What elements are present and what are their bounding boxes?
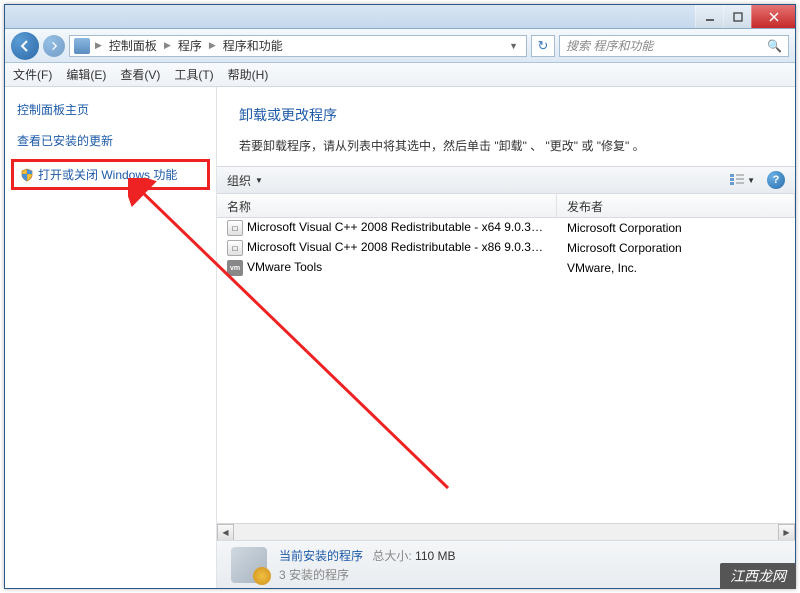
main-header: 卸载或更改程序 若要卸载程序，请从列表中将其选中，然后单击 "卸载" 、 "更改…: [217, 87, 795, 166]
breadcrumb-dropdown-icon[interactable]: ▼: [505, 41, 522, 51]
page-title: 卸载或更改程序: [239, 105, 773, 125]
column-header-publisher[interactable]: 发布者: [557, 194, 795, 217]
toolbar: 组织 ▼ ▼ ?: [217, 166, 795, 194]
sidebar-title[interactable]: 控制面板主页: [17, 101, 204, 118]
column-header-name[interactable]: 名称: [217, 194, 557, 217]
list-header: 名称 发布者: [217, 194, 795, 218]
shield-icon: [20, 168, 34, 182]
app-icon: □: [227, 240, 243, 256]
status-title: 当前安装的程序: [279, 549, 363, 563]
search-input[interactable]: 搜索 程序和功能 🔍: [559, 35, 789, 57]
titlebar-spacer[interactable]: [5, 5, 695, 28]
program-list[interactable]: □Microsoft Visual C++ 2008 Redistributab…: [217, 218, 795, 523]
menu-file[interactable]: 文件(F): [13, 66, 52, 83]
breadcrumb[interactable]: ▶ 控制面板 ▶ 程序 ▶ 程序和功能 ▼: [69, 35, 527, 57]
breadcrumb-item[interactable]: 程序和功能: [221, 37, 285, 54]
forward-button[interactable]: [43, 35, 65, 57]
chevron-right-icon[interactable]: ▶: [92, 40, 105, 51]
app-icon: vm: [227, 260, 243, 276]
menu-bar: 文件(F) 编辑(E) 查看(V) 工具(T) 帮助(H): [5, 63, 795, 87]
scroll-left-button[interactable]: ◀: [217, 524, 234, 541]
status-count: 3 安装的程序: [279, 566, 456, 583]
watermark: 江西龙网: [720, 563, 796, 589]
titlebar: [5, 5, 795, 29]
breadcrumb-item[interactable]: 程序: [176, 37, 204, 54]
list-item[interactable]: □Microsoft Visual C++ 2008 Redistributab…: [217, 218, 795, 238]
list-item[interactable]: □Microsoft Visual C++ 2008 Redistributab…: [217, 238, 795, 258]
close-button[interactable]: [751, 5, 795, 28]
horizontal-scrollbar[interactable]: ◀ ▶: [217, 523, 795, 540]
menu-help[interactable]: 帮助(H): [228, 66, 269, 83]
content-area: 控制面板主页 查看已安装的更新 打开或关闭 Windows 功能 卸载或更改程序…: [5, 87, 795, 588]
view-mode-button[interactable]: ▼: [725, 171, 759, 189]
back-button[interactable]: [11, 32, 39, 60]
maximize-button[interactable]: [723, 5, 751, 28]
chevron-down-icon: ▼: [255, 176, 263, 185]
nav-bar: ▶ 控制面板 ▶ 程序 ▶ 程序和功能 ▼ ↻ 搜索 程序和功能 🔍: [5, 29, 795, 63]
list-item[interactable]: vmVMware Tools VMware, Inc.: [217, 258, 795, 278]
minimize-button[interactable]: [695, 5, 723, 28]
status-bar: 当前安装的程序 总大小: 110 MB 3 安装的程序: [217, 540, 795, 588]
refresh-button[interactable]: ↻: [531, 35, 555, 57]
scroll-right-button[interactable]: ▶: [778, 524, 795, 541]
main-panel: 卸载或更改程序 若要卸载程序，请从列表中将其选中，然后单击 "卸载" 、 "更改…: [217, 87, 795, 588]
menu-tools[interactable]: 工具(T): [174, 66, 213, 83]
window-icon: [74, 38, 90, 54]
app-icon: □: [227, 220, 243, 236]
status-text: 当前安装的程序 总大小: 110 MB 3 安装的程序: [279, 547, 456, 583]
breadcrumb-item[interactable]: 控制面板: [107, 37, 159, 54]
sidebar-link-label: 打开或关闭 Windows 功能: [38, 166, 177, 183]
sidebar: 控制面板主页 查看已安装的更新 打开或关闭 Windows 功能: [5, 87, 217, 588]
chevron-right-icon[interactable]: ▶: [161, 40, 174, 51]
window-frame: ▶ 控制面板 ▶ 程序 ▶ 程序和功能 ▼ ↻ 搜索 程序和功能 🔍 文件(F)…: [4, 4, 796, 589]
list-view-icon: [729, 173, 745, 187]
chevron-down-icon: ▼: [747, 176, 755, 185]
page-description: 若要卸载程序，请从列表中将其选中，然后单击 "卸载" 、 "更改" 或 "修复"…: [239, 137, 773, 154]
sidebar-link-windows-features[interactable]: 打开或关闭 Windows 功能: [11, 159, 210, 190]
status-size-label: 总大小:: [372, 549, 411, 563]
chevron-right-icon[interactable]: ▶: [206, 40, 219, 51]
status-size-value: 110 MB: [415, 549, 455, 563]
sidebar-link-updates[interactable]: 查看已安装的更新: [17, 132, 204, 149]
menu-edit[interactable]: 编辑(E): [66, 66, 106, 83]
search-placeholder: 搜索 程序和功能: [566, 37, 653, 54]
search-icon[interactable]: 🔍: [767, 39, 782, 53]
organize-button[interactable]: 组织 ▼: [227, 172, 263, 189]
menu-view[interactable]: 查看(V): [120, 66, 160, 83]
programs-icon: [231, 547, 267, 583]
help-button[interactable]: ?: [767, 171, 785, 189]
